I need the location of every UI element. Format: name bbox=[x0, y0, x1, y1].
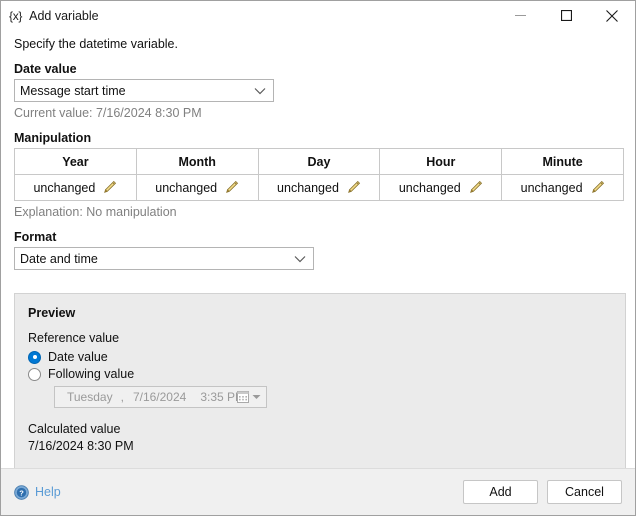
date-value-combobox[interactable]: Message start time bbox=[14, 79, 274, 102]
help-link[interactable]: ? Help bbox=[14, 485, 61, 500]
table-row: unchanged unchanged bbox=[15, 175, 624, 201]
radio-date-value-label: Date value bbox=[48, 350, 108, 364]
cell-month-value: unchanged bbox=[155, 181, 217, 195]
add-variable-dialog: {x} Add variable Specify the datetime va… bbox=[0, 0, 636, 516]
pencil-icon[interactable] bbox=[468, 180, 483, 195]
dialog-content: Specify the datetime variable. Date valu… bbox=[1, 30, 635, 468]
pencil-icon[interactable] bbox=[590, 180, 605, 195]
format-label: Format bbox=[14, 230, 622, 244]
column-header-day: Day bbox=[258, 149, 380, 175]
datetime-date: 7/16/2024 bbox=[133, 390, 186, 404]
calendar-icon[interactable] bbox=[237, 391, 249, 403]
dialog-footer: ? Help Add Cancel bbox=[1, 468, 635, 515]
maximize-button[interactable] bbox=[543, 1, 589, 30]
manipulation-table: Year Month Day Hour Minute unchanged bbox=[14, 148, 624, 201]
cell-month[interactable]: unchanged bbox=[136, 175, 258, 201]
date-value-label: Date value bbox=[14, 62, 622, 76]
svg-text:?: ? bbox=[19, 488, 24, 497]
cell-hour[interactable]: unchanged bbox=[380, 175, 502, 201]
minimize-button[interactable] bbox=[497, 1, 543, 30]
table-header-row: Year Month Day Hour Minute bbox=[15, 149, 624, 175]
date-value-current: Current value: 7/16/2024 8:30 PM bbox=[14, 106, 622, 120]
cell-day-value: unchanged bbox=[277, 181, 339, 195]
chevron-down-icon bbox=[294, 252, 306, 266]
column-header-month: Month bbox=[136, 149, 258, 175]
radio-button-selected-icon bbox=[28, 351, 41, 364]
datetime-separator: , bbox=[121, 390, 124, 404]
radio-date-value[interactable]: Date value bbox=[28, 350, 625, 364]
minimize-icon bbox=[515, 10, 526, 21]
cell-year[interactable]: unchanged bbox=[15, 175, 137, 201]
help-label: Help bbox=[35, 485, 61, 499]
reference-value-label: Reference value bbox=[28, 331, 625, 345]
column-header-minute: Minute bbox=[502, 149, 624, 175]
datetime-picker[interactable]: Tuesday , 7/16/2024 3:35 PM bbox=[54, 386, 267, 408]
close-icon bbox=[606, 10, 618, 22]
cell-minute[interactable]: unchanged bbox=[502, 175, 624, 201]
radio-following-value[interactable]: Following value bbox=[28, 367, 625, 381]
cell-year-value: unchanged bbox=[33, 181, 95, 195]
column-header-year: Year bbox=[15, 149, 137, 175]
chevron-down-icon[interactable] bbox=[252, 394, 261, 400]
pencil-icon[interactable] bbox=[346, 180, 361, 195]
preview-title: Preview bbox=[28, 306, 625, 320]
caption-buttons bbox=[497, 1, 635, 30]
window-title: Add variable bbox=[29, 9, 99, 23]
cell-minute-value: unchanged bbox=[521, 181, 583, 195]
column-header-hour: Hour bbox=[380, 149, 502, 175]
help-circle-icon: ? bbox=[14, 485, 29, 500]
cancel-button[interactable]: Cancel bbox=[547, 480, 622, 504]
chevron-down-icon bbox=[254, 84, 266, 98]
calculated-value: 7/16/2024 8:30 PM bbox=[28, 439, 625, 453]
variable-braces-icon: {x} bbox=[9, 9, 22, 23]
datetime-weekday: Tuesday bbox=[67, 390, 113, 404]
format-combobox[interactable]: Date and time bbox=[14, 247, 314, 270]
radio-following-value-label: Following value bbox=[48, 367, 134, 381]
format-selected: Date and time bbox=[15, 252, 98, 266]
footer-buttons: Add Cancel bbox=[463, 480, 622, 504]
maximize-icon bbox=[561, 10, 572, 21]
radio-button-unselected-icon bbox=[28, 368, 41, 381]
manipulation-explanation: Explanation: No manipulation bbox=[14, 205, 622, 219]
cell-day[interactable]: unchanged bbox=[258, 175, 380, 201]
datetime-picker-controls[interactable] bbox=[237, 391, 261, 403]
close-button[interactable] bbox=[589, 1, 635, 30]
preview-panel: Preview Reference value Date value Follo… bbox=[14, 293, 626, 496]
calculated-value-label: Calculated value bbox=[28, 422, 625, 436]
pencil-icon[interactable] bbox=[224, 180, 239, 195]
cell-hour-value: unchanged bbox=[399, 181, 461, 195]
title-bar: {x} Add variable bbox=[1, 1, 635, 30]
date-value-selected: Message start time bbox=[15, 84, 126, 98]
pencil-icon[interactable] bbox=[102, 180, 117, 195]
add-button[interactable]: Add bbox=[463, 480, 538, 504]
instruction-text: Specify the datetime variable. bbox=[14, 37, 622, 51]
manipulation-label: Manipulation bbox=[14, 131, 622, 145]
